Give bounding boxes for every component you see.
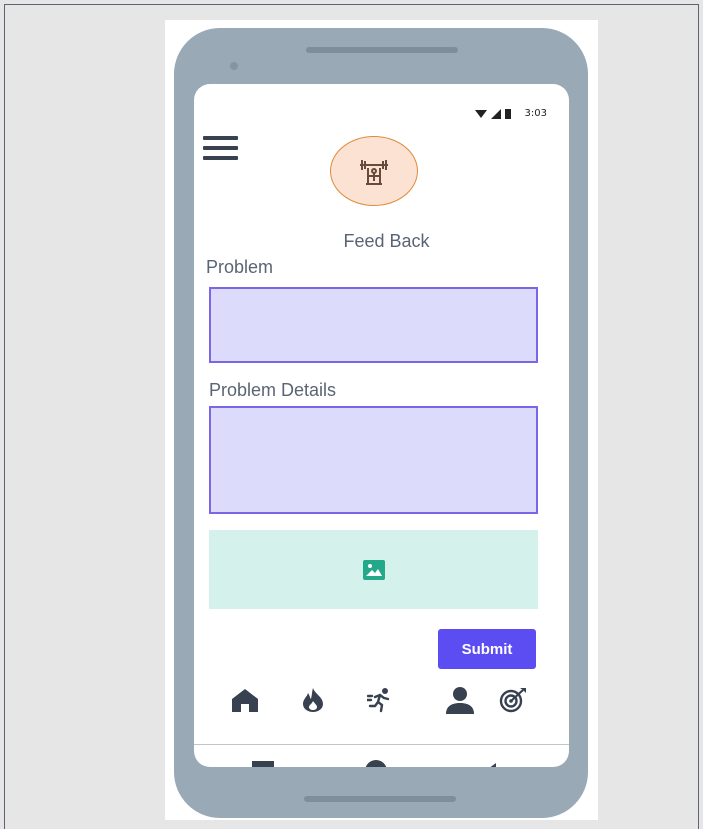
home-icon: [232, 689, 258, 712]
recent-apps-button[interactable]: [250, 758, 276, 767]
back-icon: [490, 763, 496, 767]
phone-speaker: [306, 47, 458, 53]
phone-bottom-bar: [304, 796, 456, 802]
menu-icon[interactable]: [203, 136, 238, 166]
page-title: Feed Back: [343, 231, 430, 251]
nav-calories[interactable]: [293, 680, 333, 720]
submit-button[interactable]: Submit: [438, 629, 536, 669]
nav-profile[interactable]: [440, 680, 480, 720]
phone-camera: [230, 62, 238, 70]
phone-device: 3:03 Feed Back Problem Problem Details S…: [174, 28, 588, 818]
wifi-icon: [474, 109, 487, 118]
gym-logo: [330, 136, 418, 206]
user-icon: [446, 687, 474, 714]
running-icon: [367, 688, 390, 713]
problem-details-label: Problem Details: [209, 380, 337, 400]
nav-home[interactable]: [225, 680, 265, 720]
fire-icon: [303, 688, 323, 712]
image-upload-area[interactable]: [209, 530, 538, 609]
system-navigation-bar: [194, 744, 569, 767]
target-icon: [499, 688, 526, 713]
phone-screen: 3:03 Feed Back Problem Problem Details S…: [194, 84, 569, 767]
home-circle-icon: [365, 760, 387, 767]
problem-details-input[interactable]: [209, 406, 538, 514]
weightlifting-icon: [360, 160, 388, 185]
nav-goals[interactable]: [493, 680, 533, 720]
battery-icon: [504, 108, 511, 119]
nav-activity[interactable]: [360, 680, 400, 720]
signal-icon: [490, 108, 501, 119]
status-time: 3:03: [524, 108, 547, 119]
back-button[interactable]: [478, 758, 504, 767]
problem-input[interactable]: [209, 287, 538, 363]
status-bar: 3:03: [474, 108, 547, 119]
recent-apps-icon: [252, 761, 274, 767]
bottom-navigation: [194, 680, 569, 720]
image-icon: [362, 559, 385, 580]
home-button[interactable]: [363, 758, 389, 767]
problem-label: Problem: [206, 257, 274, 277]
